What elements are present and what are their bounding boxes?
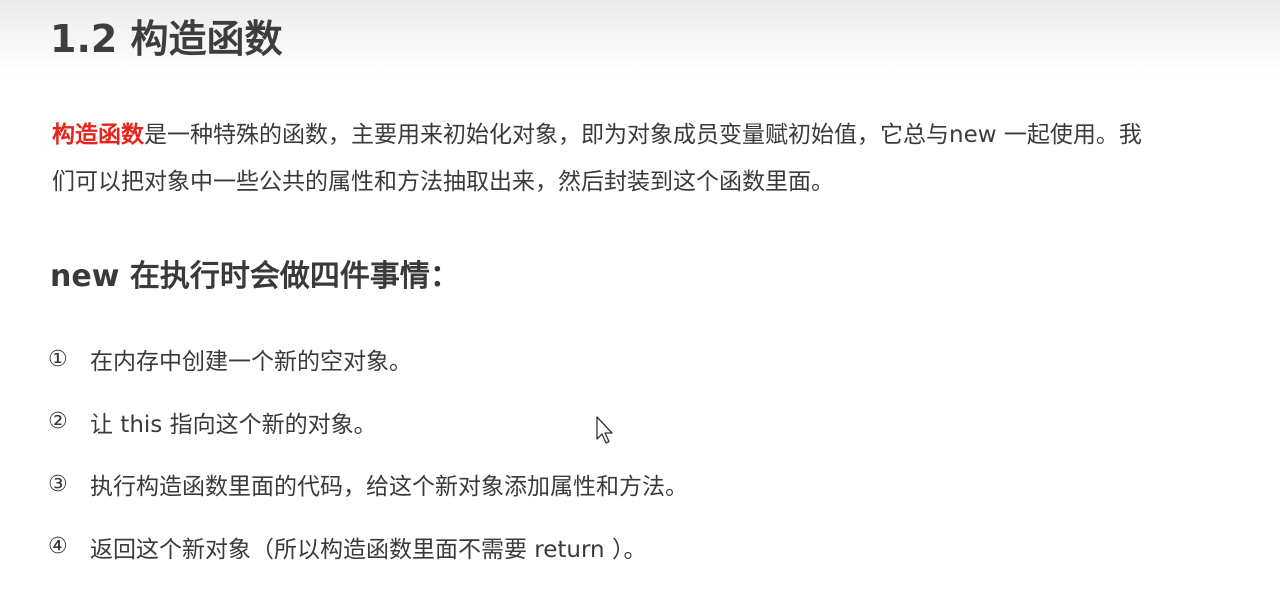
step-number: ① [48,346,68,372]
step-text: 让 this 指向这个新的对象。 [90,411,377,438]
step-number: ③ [48,471,68,497]
list-item: ④ 返回这个新对象（所以构造函数里面不需要 return ）。 [48,516,688,579]
page-title: 1.2 构造函数 [50,17,283,61]
steps-list: ① 在内存中创建一个新的空对象。 ② 让 this 指向这个新的对象。 ③ 执行… [48,328,688,578]
intro-paragraph: 构造函数是一种特殊的函数，主要用来初始化对象，即为对象成员变量赋初始值，它总与n… [52,112,1252,206]
step-number: ② [48,409,68,435]
list-item: ② 让 this 指向这个新的对象。 [48,391,688,454]
step-text: 返回这个新对象（所以构造函数里面不需要 return ）。 [90,536,647,563]
list-item: ③ 执行构造函数里面的代码，给这个新对象添加属性和方法。 [48,453,688,516]
step-text: 在内存中创建一个新的空对象。 [90,349,412,376]
section-heading: new 在执行时会做四件事情： [50,259,460,294]
intro-line1-text: 是一种特殊的函数，主要用来初始化对象，即为对象成员变量赋初始值，它总与new 一… [144,122,1142,148]
step-number: ④ [48,534,68,560]
highlight-term: 构造函数 [52,122,144,148]
list-item: ① 在内存中创建一个新的空对象。 [48,328,688,391]
step-text: 执行构造函数里面的代码，给这个新对象添加属性和方法。 [90,474,688,501]
mouse-pointer-icon [596,416,613,444]
intro-line2-text: 们可以把对象中一些公共的属性和方法抽取出来，然后封装到这个函数里面。 [52,169,834,195]
